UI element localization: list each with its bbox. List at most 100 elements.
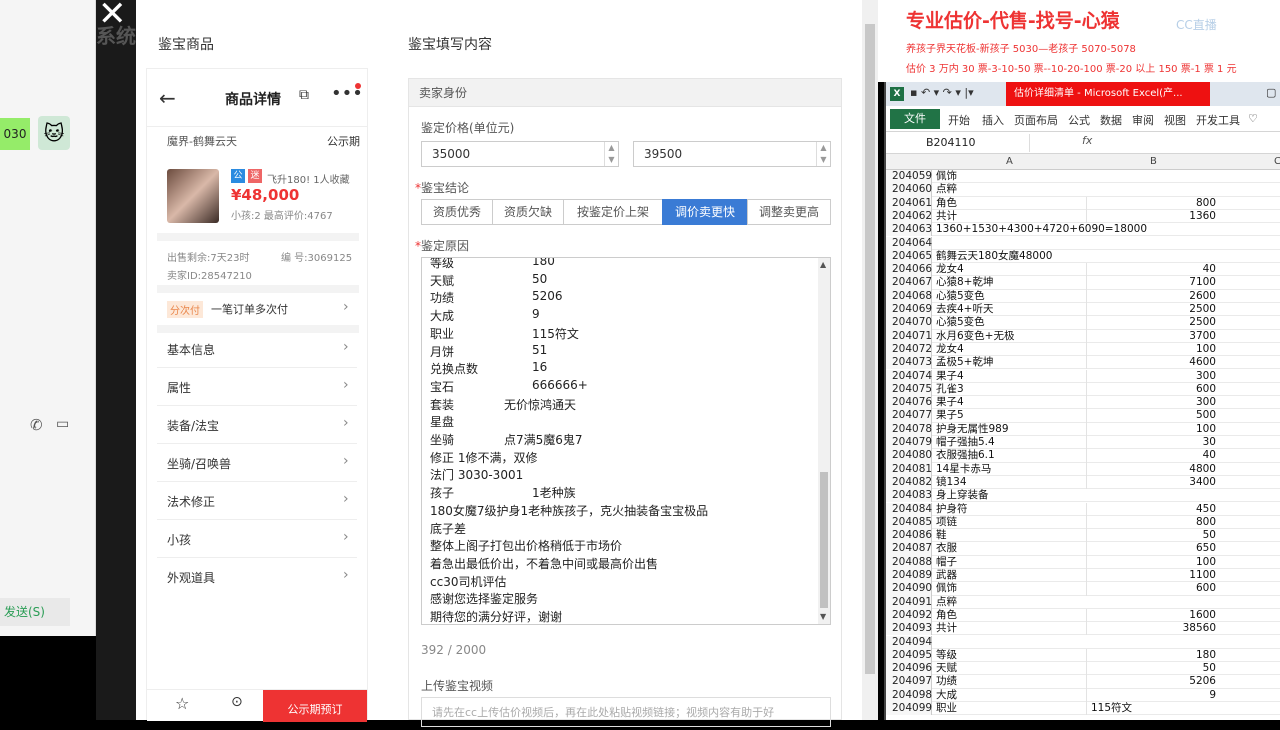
- reason-textarea[interactable]: ▲ ▼ 等级 180 天赋 50 功绩 5206 大成 9 职业 115符文 月饼 51 兑换点数 16 宝…: [421, 257, 831, 625]
- cell-a[interactable]: 鞋: [936, 529, 1082, 542]
- cell-b[interactable]: 40: [1086, 449, 1220, 463]
- row-number[interactable]: 204095: [886, 648, 932, 663]
- row-number[interactable]: 204084: [886, 502, 932, 516]
- cell-a[interactable]: 心猿5变色: [936, 316, 1082, 329]
- row-number[interactable]: 204089: [886, 569, 932, 583]
- file-tab[interactable]: 文件: [890, 109, 940, 129]
- row-number[interactable]: 204093: [886, 622, 932, 636]
- cell-a[interactable]: 角色: [936, 609, 1082, 622]
- scrollbar[interactable]: ▲ ▼: [818, 258, 830, 624]
- cell-a[interactable]: 鹤舞云天180女魔48000: [936, 250, 1082, 263]
- cell-b[interactable]: 30: [1086, 436, 1220, 450]
- heart-icon[interactable]: ♡: [1248, 112, 1258, 125]
- row-number[interactable]: 204076: [886, 396, 932, 410]
- cell-a[interactable]: 衣服: [936, 542, 1082, 555]
- cell-b[interactable]: 100: [1086, 342, 1220, 357]
- cell-a[interactable]: 护身无属性989: [936, 423, 1082, 436]
- row-number[interactable]: 204065: [886, 249, 932, 264]
- cell-b[interactable]: 300: [1086, 369, 1220, 383]
- cell-a[interactable]: 共计: [936, 622, 1082, 635]
- scrollbar-thumb[interactable]: [865, 24, 875, 674]
- installment-text[interactable]: 一笔订单多次付: [211, 301, 288, 317]
- cell-a[interactable]: 共计: [936, 210, 1082, 223]
- conclusion-option[interactable]: 资质优秀: [421, 199, 493, 225]
- cell-b[interactable]: 4600: [1086, 356, 1220, 370]
- row-number[interactable]: 204072: [886, 342, 932, 357]
- cell-a[interactable]: 14星卡赤马: [936, 463, 1082, 476]
- menu-basic-info[interactable]: 基本信息: [167, 341, 215, 358]
- cell-b[interactable]: 1360: [1086, 209, 1220, 224]
- tab-developer[interactable]: 开发工具: [1196, 112, 1240, 128]
- back-arrow-icon[interactable]: ←: [159, 86, 176, 110]
- cell-b[interactable]: 800: [1086, 196, 1220, 210]
- row-number[interactable]: 204067: [886, 276, 932, 290]
- video-link-input[interactable]: 请先在cc上传估价视频后，再在此处粘贴视频链接；视频内容有助于好: [421, 697, 831, 727]
- cell-a[interactable]: 身上穿装备: [936, 489, 1082, 502]
- phone-icon[interactable]: ✆: [30, 416, 43, 434]
- cell-a[interactable]: 大成: [936, 689, 1082, 702]
- cell-b[interactable]: 5206: [1086, 675, 1220, 689]
- cell-a[interactable]: 项链: [936, 516, 1082, 529]
- row-number[interactable]: 204077: [886, 409, 932, 423]
- cell-a[interactable]: 天赋: [936, 662, 1082, 675]
- send-button[interactable]: 发送(S): [0, 598, 70, 626]
- row-number[interactable]: 204097: [886, 675, 932, 689]
- stepper-icon[interactable]: ▲ ▼: [604, 142, 618, 166]
- cell-a[interactable]: 佩饰: [936, 170, 1082, 183]
- tab-view[interactable]: 视图: [1164, 112, 1186, 128]
- cell-b[interactable]: 300: [1086, 396, 1220, 410]
- cell-b[interactable]: 600: [1086, 582, 1220, 596]
- cell-a[interactable]: 镜134: [936, 476, 1082, 489]
- cell-a[interactable]: 佩饰: [936, 582, 1082, 595]
- row-number[interactable]: 204061: [886, 196, 932, 210]
- reserve-button[interactable]: 公示期预订: [263, 690, 367, 722]
- row-number[interactable]: 204068: [886, 289, 932, 303]
- column-b-header[interactable]: B: [1150, 156, 1157, 167]
- cell-a[interactable]: 1360+1530+4300+4720+6090=18000: [936, 223, 1147, 236]
- conclusion-option[interactable]: 资质欠缺: [492, 199, 564, 225]
- star-icon[interactable]: ☆: [175, 694, 189, 713]
- row-number[interactable]: 204087: [886, 542, 932, 556]
- cell-a[interactable]: 武器: [936, 569, 1082, 582]
- row-number[interactable]: 204060: [886, 183, 932, 197]
- cell-a[interactable]: 等级: [936, 649, 1082, 662]
- tab-insert[interactable]: 插入: [982, 112, 1004, 128]
- cell-b[interactable]: 50: [1086, 662, 1220, 676]
- cell-b[interactable]: 100: [1086, 555, 1220, 569]
- row-number[interactable]: 204081: [886, 462, 932, 476]
- row-number[interactable]: 204096: [886, 662, 932, 676]
- cell-a[interactable]: 护身符: [936, 503, 1082, 516]
- conclusion-option[interactable]: 调整卖更高: [747, 199, 831, 225]
- column-a-header[interactable]: A: [1006, 156, 1013, 167]
- row-number[interactable]: 204083: [886, 489, 932, 503]
- price-max-input[interactable]: 39500 ▲ ▼: [633, 141, 831, 167]
- conclusion-option-selected[interactable]: 调价卖更快: [662, 199, 748, 225]
- tab-home[interactable]: 开始: [948, 112, 970, 128]
- menu-attributes[interactable]: 属性: [167, 379, 191, 396]
- cell-a[interactable]: 心猿8+乾坤: [936, 276, 1082, 289]
- cell-b[interactable]: 38560: [1086, 622, 1220, 636]
- stepper-icon[interactable]: ▲ ▼: [816, 142, 830, 166]
- cell-a[interactable]: 帽子: [936, 556, 1082, 569]
- tab-page-layout[interactable]: 页面布局: [1014, 112, 1058, 128]
- cell-b[interactable]: 7100: [1086, 276, 1220, 290]
- tab-formulas[interactable]: 公式: [1068, 112, 1090, 128]
- row-number[interactable]: 204098: [886, 688, 932, 702]
- cell-a[interactable]: 果子4: [936, 370, 1082, 383]
- row-number[interactable]: 204092: [886, 608, 932, 623]
- spreadsheet-grid[interactable]: 204059 佩饰 204060 点粹 204061 角色 800 204062 共计 1360 2…: [886, 170, 1280, 720]
- menu-appearance[interactable]: 外观道具: [167, 569, 215, 586]
- cell-b[interactable]: 600: [1086, 382, 1220, 397]
- cell-b[interactable]: 3400: [1086, 475, 1220, 490]
- cell-a[interactable]: 功绩: [936, 675, 1082, 688]
- menu-kids[interactable]: 小孩: [167, 531, 191, 548]
- cell-b[interactable]: 180: [1086, 648, 1220, 663]
- menu-spell-correction[interactable]: 法术修正: [167, 493, 215, 510]
- cell-b[interactable]: 500: [1086, 409, 1220, 423]
- row-number[interactable]: 204082: [886, 475, 932, 490]
- restore-icon[interactable]: ▢: [1266, 86, 1276, 99]
- cell-a[interactable]: 点粹: [936, 596, 1082, 609]
- scroll-up-icon[interactable]: ▲: [820, 260, 826, 269]
- row-number[interactable]: 204069: [886, 303, 932, 317]
- cell-b[interactable]: 2600: [1086, 289, 1220, 303]
